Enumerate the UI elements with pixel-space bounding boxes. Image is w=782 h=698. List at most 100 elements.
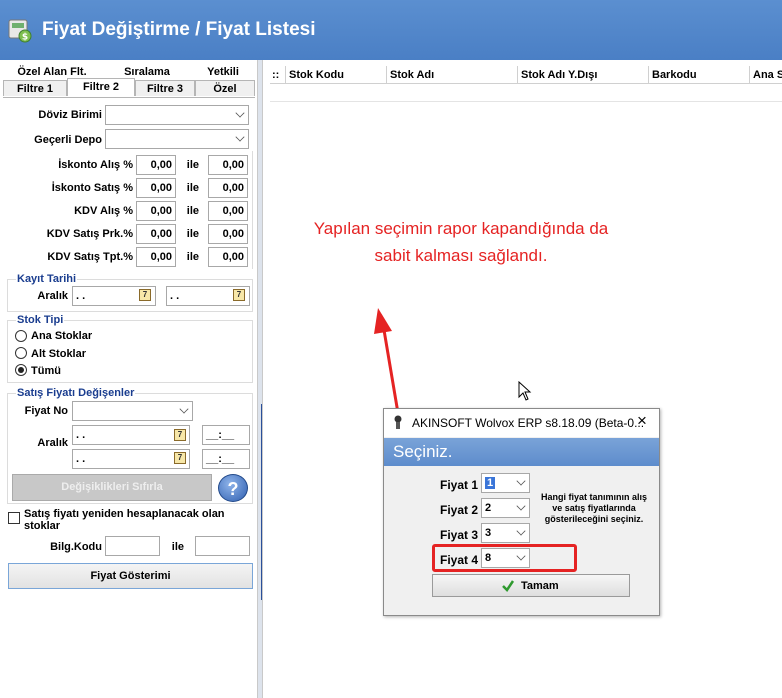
chevron-down-icon: [179, 404, 189, 414]
help-icon[interactable]: ?: [218, 474, 248, 502]
app-icon: $: [8, 19, 32, 43]
range-from-input[interactable]: 0,00: [136, 224, 176, 244]
check-icon: [502, 580, 515, 592]
fiyat-3-select[interactable]: 3: [481, 523, 530, 543]
fiyat-2-select[interactable]: 2: [481, 498, 530, 518]
ile-label: ile: [186, 182, 199, 194]
fiyat-no-label: Fiyat No: [24, 405, 68, 417]
grid-corner[interactable]: ::: [270, 66, 286, 84]
range-to-input[interactable]: 0,00: [208, 178, 248, 198]
fiyat-4-label: Fiyat 4: [439, 553, 478, 567]
range-from-input[interactable]: 0,00: [136, 201, 176, 221]
column-header[interactable]: Stok Adı: [387, 66, 518, 84]
filter-row[interactable]: [270, 85, 782, 102]
range-label: KDV Alış %: [74, 205, 133, 217]
fiyat-4-select[interactable]: 8: [481, 548, 530, 568]
range-to-input[interactable]: 0,00: [208, 155, 248, 175]
fiyat-no-select[interactable]: [72, 401, 193, 421]
satis-date-to-input[interactable]: . .: [72, 449, 190, 469]
chevron-down-icon: [516, 501, 526, 511]
reset-changes-button[interactable]: Değişiklikleri Sıfırla: [12, 474, 212, 501]
kayit-tarihi-title: Kayıt Tarihi: [16, 273, 78, 285]
dialog-banner-title: Seçiniz.: [393, 442, 453, 461]
doviz-birimi-select[interactable]: [105, 105, 249, 125]
stok-tipi-title: Stok Tipi: [16, 314, 65, 326]
satis-date-from-input[interactable]: . .: [72, 425, 190, 445]
chevron-down-icon: [235, 132, 245, 142]
calendar-icon[interactable]: 7: [174, 429, 186, 441]
tab-filtre-1[interactable]: Filtre 1: [3, 80, 67, 96]
range-label: İskonto Alış %: [58, 159, 133, 171]
tab-filtre-3[interactable]: Filtre 3: [135, 80, 195, 96]
column-header[interactable]: Stok Kodu: [286, 66, 387, 84]
ile-label: ile: [186, 228, 199, 240]
bilg-kodu-from-input[interactable]: [105, 536, 160, 556]
tumu-radio[interactable]: [15, 364, 27, 376]
tumu-label: Tümü: [31, 365, 61, 377]
bilg-kodu-to-input[interactable]: [195, 536, 250, 556]
chevron-down-icon: [516, 551, 526, 561]
doviz-birimi-label: Döviz Birimi: [38, 109, 102, 121]
column-header[interactable]: Barkodu: [649, 66, 750, 84]
tab-ozel[interactable]: Özel: [195, 80, 255, 96]
range-label: KDV Satış Tpt.%: [47, 251, 133, 263]
fiyat-3-value: 3: [485, 527, 492, 539]
ile-label: ile: [171, 541, 184, 553]
fiyat-2-value: 2: [485, 502, 492, 514]
alt-stoklar-label: Alt Stoklar: [31, 348, 87, 360]
range-to-input[interactable]: 0,00: [208, 247, 248, 267]
range-to-input[interactable]: 0,00: [208, 201, 248, 221]
tab-filtre-2[interactable]: Filtre 2: [67, 78, 135, 96]
annotation-line-2: sabit kalması sağlandı.: [374, 246, 548, 265]
gecerli-depo-label: Geçerli Depo: [34, 134, 102, 146]
fiyat-gosterimi-button[interactable]: Fiyat Gösterimi: [8, 563, 253, 589]
fiyat-1-label: Fiyat 1: [439, 478, 478, 492]
recalc-checkbox-label: Satış fiyatı yeniden hesaplanacak olan s…: [24, 508, 225, 532]
fiyat-3-label: Fiyat 3: [439, 528, 478, 542]
ile-label: ile: [186, 251, 199, 263]
annotation-line-1: Yapılan seçimin rapor kapandığında da: [313, 219, 609, 238]
range-from-input[interactable]: 0,00: [136, 178, 176, 198]
tab-divider: [3, 97, 255, 98]
recalc-checkbox[interactable]: [8, 512, 20, 524]
tamam-button[interactable]: Tamam: [432, 574, 630, 597]
ana-stoklar-radio[interactable]: [15, 330, 27, 342]
column-header[interactable]: Stok Adı Y.Dışı: [518, 66, 649, 84]
calendar-icon[interactable]: 7: [139, 289, 151, 301]
satis-time-to-input[interactable]: __:__: [202, 449, 250, 469]
chevron-down-icon: [235, 108, 245, 118]
fiyat-4-value: 8: [485, 552, 492, 564]
column-header[interactable]: Ana S: [750, 66, 782, 84]
dialog-info-text: Hangi fiyat tanımının alış ve satış fiya…: [540, 492, 648, 524]
tab-yetkili[interactable]: Yetkili: [192, 64, 254, 80]
range-from-input[interactable]: 0,00: [136, 155, 176, 175]
fiyat-1-select[interactable]: 1: [481, 473, 530, 493]
alt-stoklar-radio[interactable]: [15, 347, 27, 359]
bilg-kodu-label: Bilg.Kodu: [50, 541, 102, 553]
fiyat-1-value: 1: [485, 477, 496, 489]
gecerli-depo-select[interactable]: [105, 129, 249, 149]
satis-time-from-input[interactable]: __:__: [202, 425, 250, 445]
ana-stoklar-label: Ana Stoklar: [31, 330, 93, 342]
window-title: Fiyat Değiştirme / Fiyat Listesi: [42, 19, 316, 40]
calendar-icon[interactable]: 7: [233, 289, 245, 301]
chevron-down-icon: [516, 526, 526, 536]
dialog-title: AKINSOFT Wolvox ERP s8.18.09 (Beta-0...: [412, 416, 645, 430]
calendar-icon[interactable]: 7: [174, 452, 186, 464]
aralik-label: Aralık: [37, 437, 68, 449]
ile-label: ile: [186, 159, 199, 171]
range-label: İskonto Satış %: [51, 182, 133, 194]
svg-text:$: $: [22, 33, 28, 43]
range-label: KDV Satış Prk.%: [46, 228, 133, 240]
range-from-input[interactable]: 0,00: [136, 247, 176, 267]
close-icon[interactable]: ×: [637, 411, 647, 431]
chevron-down-icon: [516, 476, 526, 486]
fiyat-2-label: Fiyat 2: [439, 503, 478, 517]
range-to-input[interactable]: 0,00: [208, 224, 248, 244]
aralik-label: Aralık: [37, 290, 68, 302]
tamam-button-label: Tamam: [521, 580, 559, 592]
satis-fiyati-title: Satış Fiyatı Değişenler: [16, 387, 136, 399]
mouse-cursor-icon: [518, 381, 532, 401]
ile-label: ile: [186, 205, 199, 217]
app-logo-icon: [394, 415, 402, 429]
